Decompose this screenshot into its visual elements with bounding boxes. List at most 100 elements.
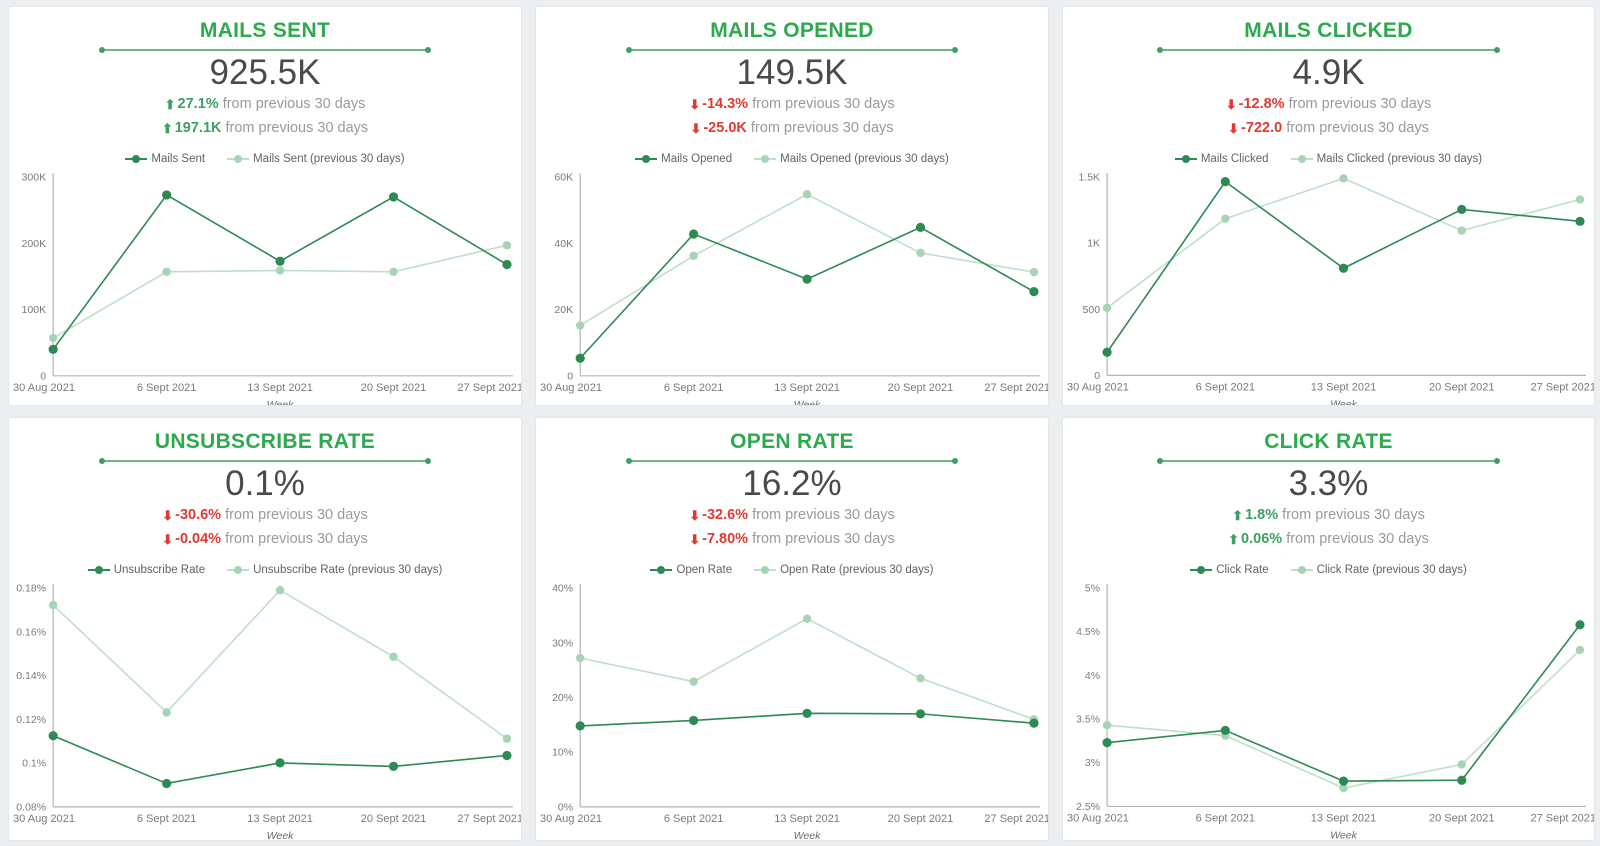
delta-percent-suffix: from previous 30 days — [222, 96, 366, 113]
chart-area[interactable]: 0.08% 0.1% 0.12% 0.14% 0.16% 0.18% 30 Aug 2021… — [9, 576, 521, 840]
delta-absolute-suffix: from previous 30 days — [750, 119, 894, 136]
title-divider — [536, 47, 1048, 53]
line-chart: 2.5% 3% 3.5% 4% 4.5% 5% 30 Aug 2021 6 Sept 2021… — [1067, 583, 1594, 840]
chart-area[interactable]: 2.5% 3% 3.5% 4% 4.5% 5% 30 Aug 2021 6 Sept 2021… — [1063, 576, 1594, 840]
svg-text:13 Sept 2021: 13 Sept 2021 — [1311, 813, 1377, 825]
legend-label-current: Mails Clicked — [1200, 153, 1269, 166]
svg-text:6 Sept 2021: 6 Sept 2021 — [1196, 382, 1255, 394]
delta-percent-row: ⬇ -12.8% from previous 30 days — [1063, 93, 1594, 116]
legend-item-current[interactable]: Click Rate — [1190, 564, 1269, 577]
legend-marker-icon — [1290, 565, 1313, 575]
kpi-card-mails-opened[interactable]: MAILS OPENED 149.5K ⬇ -14.3% from previou… — [535, 6, 1049, 406]
legend-label-previous: Open Rate (previous 30 days) — [780, 564, 934, 577]
svg-text:0: 0 — [567, 371, 573, 383]
svg-text:13 Sept 2021: 13 Sept 2021 — [774, 813, 840, 825]
line-chart: 0% 10% 20% 30% 40% 30 Aug 2021 6 Sept 2021 13 S… — [540, 583, 1048, 841]
svg-text:30 Aug 2021: 30 Aug 2021 — [540, 813, 602, 825]
svg-text:200K: 200K — [22, 238, 47, 250]
kpi-card-open-rate[interactable]: OPEN RATE 16.2% ⬇ -32.6% from previous 30… — [535, 417, 1049, 841]
legend-marker-icon — [227, 565, 250, 575]
svg-text:20 Sept 2021: 20 Sept 2021 — [1429, 813, 1495, 825]
svg-text:3%: 3% — [1085, 757, 1100, 769]
legend-item-current[interactable]: Mails Clicked — [1174, 153, 1269, 166]
svg-text:60K: 60K — [554, 172, 573, 184]
legend-label-previous: Mails Sent (previous 30 days) — [253, 153, 405, 166]
legend-item-previous[interactable]: Click Rate (previous 30 days) — [1290, 564, 1467, 577]
delta-absolute-row: ⬆ 197.1K from previous 30 days — [9, 117, 521, 140]
arrow-down-icon: ⬇ — [689, 97, 701, 113]
delta-absolute-value: -25.0K — [703, 119, 747, 136]
legend-marker-icon — [635, 154, 658, 164]
delta-absolute-suffix: from previous 30 days — [225, 530, 368, 547]
svg-text:20 Sept 2021: 20 Sept 2021 — [888, 813, 954, 825]
chart-legend: Click Rate Click Rate (previous 30 days) — [1063, 564, 1594, 576]
title-divider — [1063, 47, 1594, 53]
svg-text:40K: 40K — [554, 238, 573, 250]
svg-text:10%: 10% — [552, 747, 573, 759]
kpi-value: 3.3% — [1288, 464, 1369, 503]
svg-text:0.08%: 0.08% — [16, 802, 46, 814]
kpi-value: 149.5K — [736, 53, 848, 92]
arrow-down-icon: ⬇ — [1225, 97, 1237, 113]
chart-area[interactable]: 0 500 1K 1.5K 30 Aug 2021 6 Sept 2021 13 Sept … — [1063, 165, 1594, 405]
chart-legend: Mails Sent Mails Sent (previous 30 days) — [9, 153, 521, 165]
svg-text:20K: 20K — [554, 304, 573, 316]
legend-item-previous[interactable]: Open Rate (previous 30 days) — [754, 564, 934, 577]
arrow-up-icon: ⬆ — [161, 120, 173, 136]
legend-marker-icon — [1174, 154, 1197, 164]
delta-absolute-row: ⬆ 0.06% from previous 30 days — [1063, 528, 1594, 551]
delta-absolute-value: 197.1K — [174, 119, 222, 136]
delta-absolute-row: ⬇ -7.80% from previous 30 days — [536, 528, 1048, 551]
arrow-down-icon: ⬇ — [690, 120, 702, 136]
svg-text:0%: 0% — [558, 802, 573, 814]
svg-text:6 Sept 2021: 6 Sept 2021 — [1196, 813, 1255, 825]
delta-percent-value: 27.1% — [177, 96, 219, 113]
legend-item-previous[interactable]: Mails Sent (previous 30 days) — [227, 153, 405, 166]
legend-item-current[interactable]: Unsubscribe Rate — [87, 564, 206, 577]
legend-marker-icon — [650, 565, 673, 575]
kpi-card-mails-sent[interactable]: MAILS SENT 925.5K ⬆ 27.1% from previous 3… — [8, 6, 522, 406]
legend-item-previous[interactable]: Unsubscribe Rate (previous 30 days) — [227, 564, 442, 576]
line-chart: 0.08% 0.1% 0.12% 0.14% 0.16% 0.18% 30 Aug 2021… — [13, 583, 521, 840]
svg-text:30 Aug 2021: 30 Aug 2021 — [13, 813, 75, 825]
arrow-down-icon: ⬇ — [162, 508, 174, 524]
legend-label-previous: Unsubscribe Rate (previous 30 days) — [253, 564, 443, 577]
legend-label-current: Click Rate — [1216, 564, 1269, 577]
arrow-down-icon: ⬇ — [689, 508, 701, 524]
delta-percent-row: ⬆ 27.1% from previous 30 days — [9, 93, 521, 116]
delta-percent-suffix: from previous 30 days — [752, 96, 895, 113]
title-divider — [9, 47, 521, 53]
legend-item-previous[interactable]: Mails Opened (previous 30 days) — [754, 153, 949, 165]
svg-text:4.5%: 4.5% — [1076, 626, 1100, 638]
kpi-card-unsubscribe-rate[interactable]: UNSUBSCRIBE RATE 0.1% ⬇ -30.6% from previ… — [8, 417, 522, 841]
delta-percent-suffix: from previous 30 days — [1282, 507, 1425, 524]
delta-percent-value: 1.8% — [1245, 507, 1279, 524]
legend-label-current: Unsubscribe Rate — [113, 564, 206, 577]
svg-text:13 Sept 2021: 13 Sept 2021 — [774, 382, 840, 394]
svg-text:300K: 300K — [22, 172, 47, 184]
delta-percent-value: -32.6% — [702, 507, 749, 524]
delta-absolute-value: 0.06% — [1241, 530, 1283, 547]
arrow-down-icon: ⬇ — [689, 531, 701, 547]
delta-percent-row: ⬆ 1.8% from previous 30 days — [1063, 504, 1594, 527]
chart-area[interactable]: 0 100K 200K 300K 30 Aug 2021 6 Sept 2021 13 Se… — [9, 165, 521, 405]
card-title: UNSUBSCRIBE RATE — [154, 430, 376, 453]
delta-absolute-suffix: from previous 30 days — [1286, 119, 1429, 136]
svg-text:30%: 30% — [552, 637, 573, 649]
legend-item-current[interactable]: Mails Opened — [635, 153, 732, 165]
delta-percent-row: ⬇ -32.6% from previous 30 days — [536, 504, 1048, 527]
svg-text:0.12%: 0.12% — [16, 714, 46, 726]
title-divider — [1063, 458, 1594, 464]
chart-area[interactable]: 0% 10% 20% 30% 40% 30 Aug 2021 6 Sept 2021 13 S… — [536, 576, 1048, 841]
chart-area[interactable]: 0 20K 40K 60K 30 Aug 2021 6 Sept 2021 13 Sept … — [536, 165, 1048, 405]
kpi-card-click-rate[interactable]: CLICK RATE 3.3% ⬆ 1.8% from previous 30 d… — [1062, 417, 1595, 841]
legend-item-current[interactable]: Open Rate — [650, 564, 732, 576]
legend-label-previous: Click Rate (previous 30 days) — [1316, 564, 1467, 577]
kpi-value: 16.2% — [742, 464, 842, 503]
legend-item-current[interactable]: Mails Sent — [125, 153, 205, 165]
arrow-up-icon: ⬆ — [164, 97, 176, 113]
kpi-card-mails-clicked[interactable]: MAILS CLICKED 4.9K ⬇ -12.8% from previous… — [1062, 6, 1595, 406]
legend-marker-icon — [125, 154, 148, 164]
svg-text:Week: Week — [794, 830, 821, 841]
legend-item-previous[interactable]: Mails Clicked (previous 30 days) — [1290, 153, 1482, 165]
